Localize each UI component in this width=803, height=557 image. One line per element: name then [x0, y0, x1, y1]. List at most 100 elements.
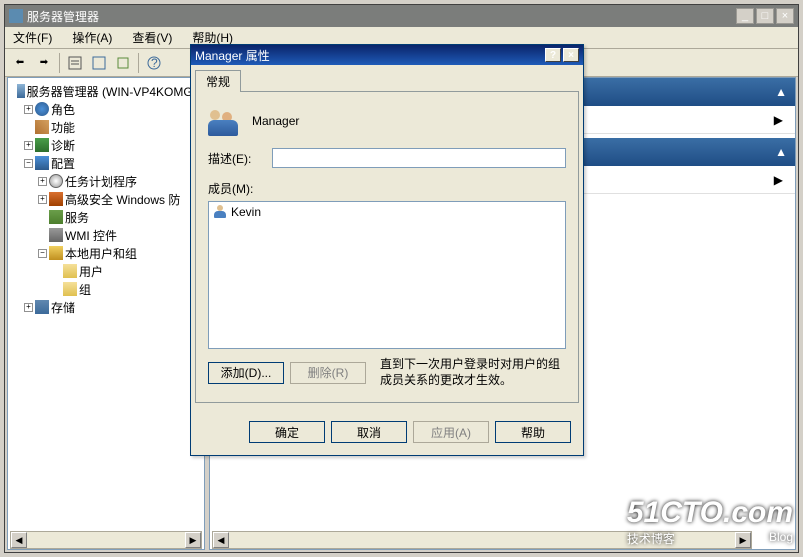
scroll-left-button[interactable]: ◀: [213, 532, 229, 548]
diag-icon: [35, 138, 49, 152]
dialog-close-button[interactable]: ×: [563, 48, 579, 62]
window-buttons: _ □ ×: [736, 8, 794, 24]
tree-wmi[interactable]: WMI 控件: [38, 227, 202, 243]
toolbar-separator: [59, 53, 60, 73]
nav-tree: 服务器管理器 (WIN-VP4KOMGQ + 角色 功能 + 诊断 − 配置 + 任务计…: [8, 78, 204, 320]
scroll-right-button[interactable]: ▶: [185, 532, 201, 548]
arrow-right-icon: ▶: [774, 173, 783, 187]
description-input[interactable]: [272, 148, 566, 168]
remove-button[interactable]: 删除(R): [290, 362, 366, 384]
chevron-up-icon: ▲: [775, 145, 787, 159]
expand-icon[interactable]: +: [38, 177, 47, 186]
tree-label: 配置: [51, 155, 75, 172]
tb-refresh-button[interactable]: [88, 52, 110, 74]
tree-label: 用户: [79, 263, 103, 280]
tree-firewall[interactable]: + 高级安全 Windows 防: [38, 191, 202, 207]
tree-label: WMI 控件: [65, 227, 117, 244]
nav-back-button[interactable]: ⬅: [9, 52, 31, 74]
menu-action[interactable]: 操作(A): [68, 27, 116, 48]
add-button[interactable]: 添加(D)...: [208, 362, 284, 384]
expand-icon[interactable]: +: [24, 141, 33, 150]
prop-icon: [68, 56, 82, 70]
help-icon: ?: [147, 56, 161, 70]
arrow-right-icon: ▶: [774, 113, 783, 127]
tree-label: 任务计划程序: [65, 173, 137, 190]
dialog-footer: 确定 取消 应用(A) 帮助: [191, 411, 583, 455]
main-titlebar[interactable]: 服务器管理器 _ □ ×: [5, 5, 798, 27]
tree-localusers[interactable]: − 本地用户和组: [38, 245, 202, 261]
tab-general[interactable]: 常规: [195, 70, 241, 92]
firewall-icon: [49, 192, 63, 206]
export-icon: [116, 56, 130, 70]
tb-prop-button[interactable]: [64, 52, 86, 74]
collapse-icon[interactable]: −: [38, 249, 47, 258]
properties-dialog: Manager 属性 ? × 常规 Manager 描述(E): 成员(M): …: [190, 44, 584, 456]
users-group-icon: [49, 246, 63, 260]
tab-panel-general: Manager 描述(E): 成员(M): Kevin 添加(D)... 删除(…: [195, 91, 579, 403]
config-icon: [35, 156, 49, 170]
expand-icon[interactable]: +: [24, 105, 33, 114]
tree-label: 高级安全 Windows 防: [65, 191, 180, 208]
tree-groups[interactable]: 组: [52, 281, 202, 297]
collapse-icon[interactable]: −: [24, 159, 33, 168]
tabstrip: 常规: [191, 65, 583, 91]
expand-icon[interactable]: +: [38, 195, 47, 204]
watermark: 51CTO.com 技术博客Blog: [627, 496, 793, 547]
server-icon: [17, 84, 25, 98]
description-row: 描述(E):: [208, 148, 566, 168]
tree-label: 存储: [51, 299, 75, 316]
group-name: Manager: [252, 114, 299, 128]
dialog-help-button[interactable]: ?: [545, 48, 561, 62]
tree-storage[interactable]: + 存储: [24, 299, 202, 315]
tree-label: 组: [79, 281, 91, 298]
svg-text:?: ?: [151, 56, 158, 70]
tree-roles[interactable]: + 角色: [24, 101, 202, 117]
tree-config[interactable]: − 配置: [24, 155, 202, 171]
tree-label: 服务: [65, 209, 89, 226]
wmi-icon: [49, 228, 63, 242]
nav-forward-button[interactable]: ➡: [33, 52, 55, 74]
member-item[interactable]: Kevin: [211, 204, 563, 220]
tree-root[interactable]: 服务器管理器 (WIN-VP4KOMGQ: [10, 83, 202, 99]
apply-button[interactable]: 应用(A): [413, 421, 489, 443]
tree-task[interactable]: + 任务计划程序: [38, 173, 202, 189]
members-label: 成员(M):: [208, 180, 566, 197]
group-header: Manager: [208, 106, 566, 136]
tree-features[interactable]: 功能: [24, 119, 202, 135]
member-buttons-row: 添加(D)... 删除(R) 直到下一次用户登录时对用户的组成员关系的更改才生效…: [208, 357, 566, 388]
chevron-up-icon: ▲: [775, 85, 787, 99]
minimize-button[interactable]: _: [736, 8, 754, 24]
tree-label: 诊断: [51, 137, 75, 154]
menu-view[interactable]: 查看(V): [128, 27, 176, 48]
expand-icon[interactable]: +: [24, 303, 33, 312]
help-button[interactable]: 帮助: [495, 421, 571, 443]
tb-export-button[interactable]: [112, 52, 134, 74]
tree-root-label: 服务器管理器 (WIN-VP4KOMGQ: [27, 83, 202, 100]
storage-icon: [35, 300, 49, 314]
features-icon: [35, 120, 49, 134]
scroll-left-button[interactable]: ◀: [11, 532, 27, 548]
folder-icon: [63, 264, 77, 278]
tree-users[interactable]: 用户: [52, 263, 202, 279]
maximize-button[interactable]: □: [756, 8, 774, 24]
cancel-button[interactable]: 取消: [331, 421, 407, 443]
description-label: 描述(E):: [208, 150, 272, 167]
ok-button[interactable]: 确定: [249, 421, 325, 443]
tree-label: 角色: [51, 101, 75, 118]
tree-services[interactable]: 服务: [38, 209, 202, 225]
tree-pane[interactable]: 服务器管理器 (WIN-VP4KOMGQ + 角色 功能 + 诊断 − 配置 + 任务计…: [7, 77, 205, 550]
dialog-titlebar[interactable]: Manager 属性 ? ×: [191, 45, 583, 65]
user-icon: [213, 205, 227, 219]
members-listbox[interactable]: Kevin: [208, 201, 566, 349]
tree-hscrollbar[interactable]: ◀▶: [10, 531, 202, 549]
arrow-left-icon: ⬅: [16, 57, 24, 68]
member-name: Kevin: [231, 205, 261, 219]
watermark-sub2: Blog: [769, 530, 793, 547]
tree-diag[interactable]: + 诊断: [24, 137, 202, 153]
close-button[interactable]: ×: [776, 8, 794, 24]
watermark-logo: 51CTO.com: [627, 496, 793, 530]
tree-label: 功能: [51, 119, 75, 136]
menu-file[interactable]: 文件(F): [9, 27, 56, 48]
tb-help-button[interactable]: ?: [143, 52, 165, 74]
tree-label: 本地用户和组: [65, 245, 137, 262]
